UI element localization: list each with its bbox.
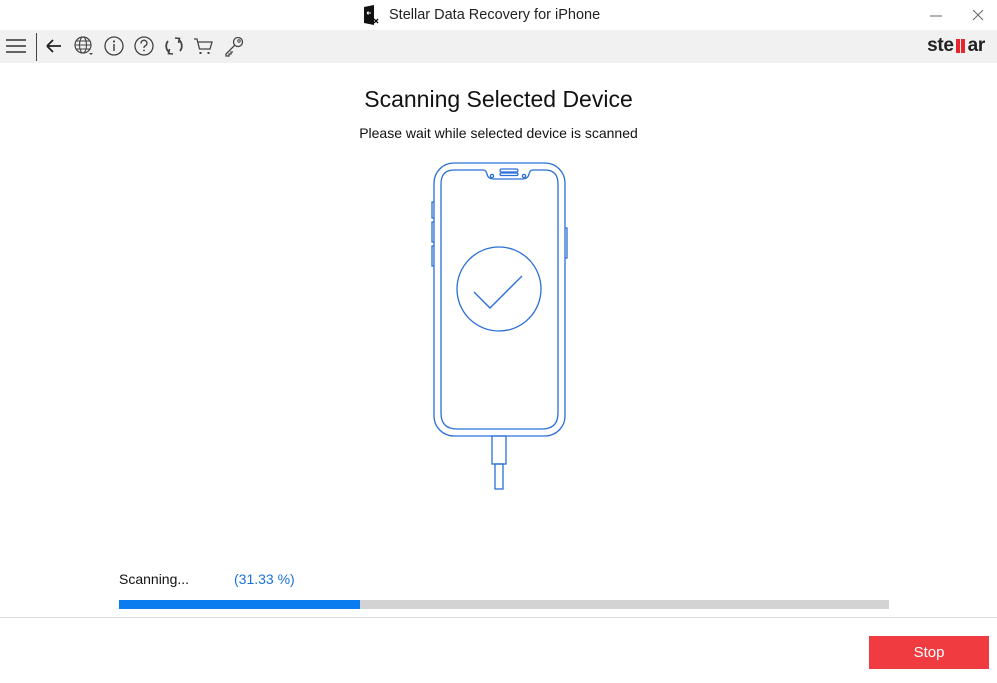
cable-connector — [491, 435, 507, 465]
page-title: Scanning Selected Device — [364, 86, 633, 112]
page-subtitle: Please wait while selected device is sca… — [359, 125, 638, 141]
phone-speaker — [499, 168, 519, 173]
stop-button[interactable]: Stop — [869, 636, 989, 669]
scan-progress-fill — [119, 600, 361, 609]
logo-text-prefix: ste — [927, 35, 954, 56]
scan-status-label: Scanning... — [119, 571, 190, 587]
app-icon — [364, 5, 379, 25]
cart-button[interactable] — [192, 34, 216, 58]
stellar-logo: ste ar — [927, 35, 985, 57]
toolbar-separator — [36, 33, 37, 61]
menu-icon — [6, 39, 26, 53]
toolbar: ste ar — [0, 30, 997, 63]
check-mark-icon — [473, 275, 523, 309]
phone-illustration — [431, 162, 568, 490]
close-icon — [972, 9, 984, 21]
scan-percent-label: (31.33 %) — [234, 571, 295, 587]
footer-divider — [0, 617, 997, 618]
back-icon — [46, 39, 61, 53]
menu-button[interactable] — [4, 34, 28, 58]
phone-outer-frame — [433, 162, 566, 437]
title-bar: Stellar Data Recovery for iPhone — [0, 0, 997, 30]
close-button[interactable] — [968, 5, 988, 25]
update-button[interactable] — [162, 34, 186, 58]
help-button[interactable] — [132, 34, 156, 58]
scan-progress-bar — [119, 600, 889, 609]
check-circle — [456, 246, 542, 332]
key-icon — [225, 36, 244, 57]
window-title: Stellar Data Recovery for iPhone — [389, 7, 601, 23]
logo-text-suffix: ar — [967, 35, 986, 56]
activation-key-button[interactable] — [222, 34, 246, 58]
info-icon — [104, 36, 124, 56]
language-button[interactable] — [72, 34, 96, 58]
back-button[interactable] — [42, 34, 66, 58]
title-wrap: Stellar Data Recovery for iPhone — [363, 4, 600, 26]
logo-ll-mark — [955, 37, 967, 53]
cart-icon — [194, 38, 213, 54]
minimize-icon — [930, 15, 942, 17]
language-icon — [74, 36, 93, 55]
info-button[interactable] — [102, 34, 126, 58]
update-icon — [165, 37, 183, 55]
minimize-button[interactable] — [926, 5, 946, 25]
phone-camera — [489, 173, 495, 179]
cable — [494, 463, 504, 490]
help-icon — [134, 36, 154, 56]
